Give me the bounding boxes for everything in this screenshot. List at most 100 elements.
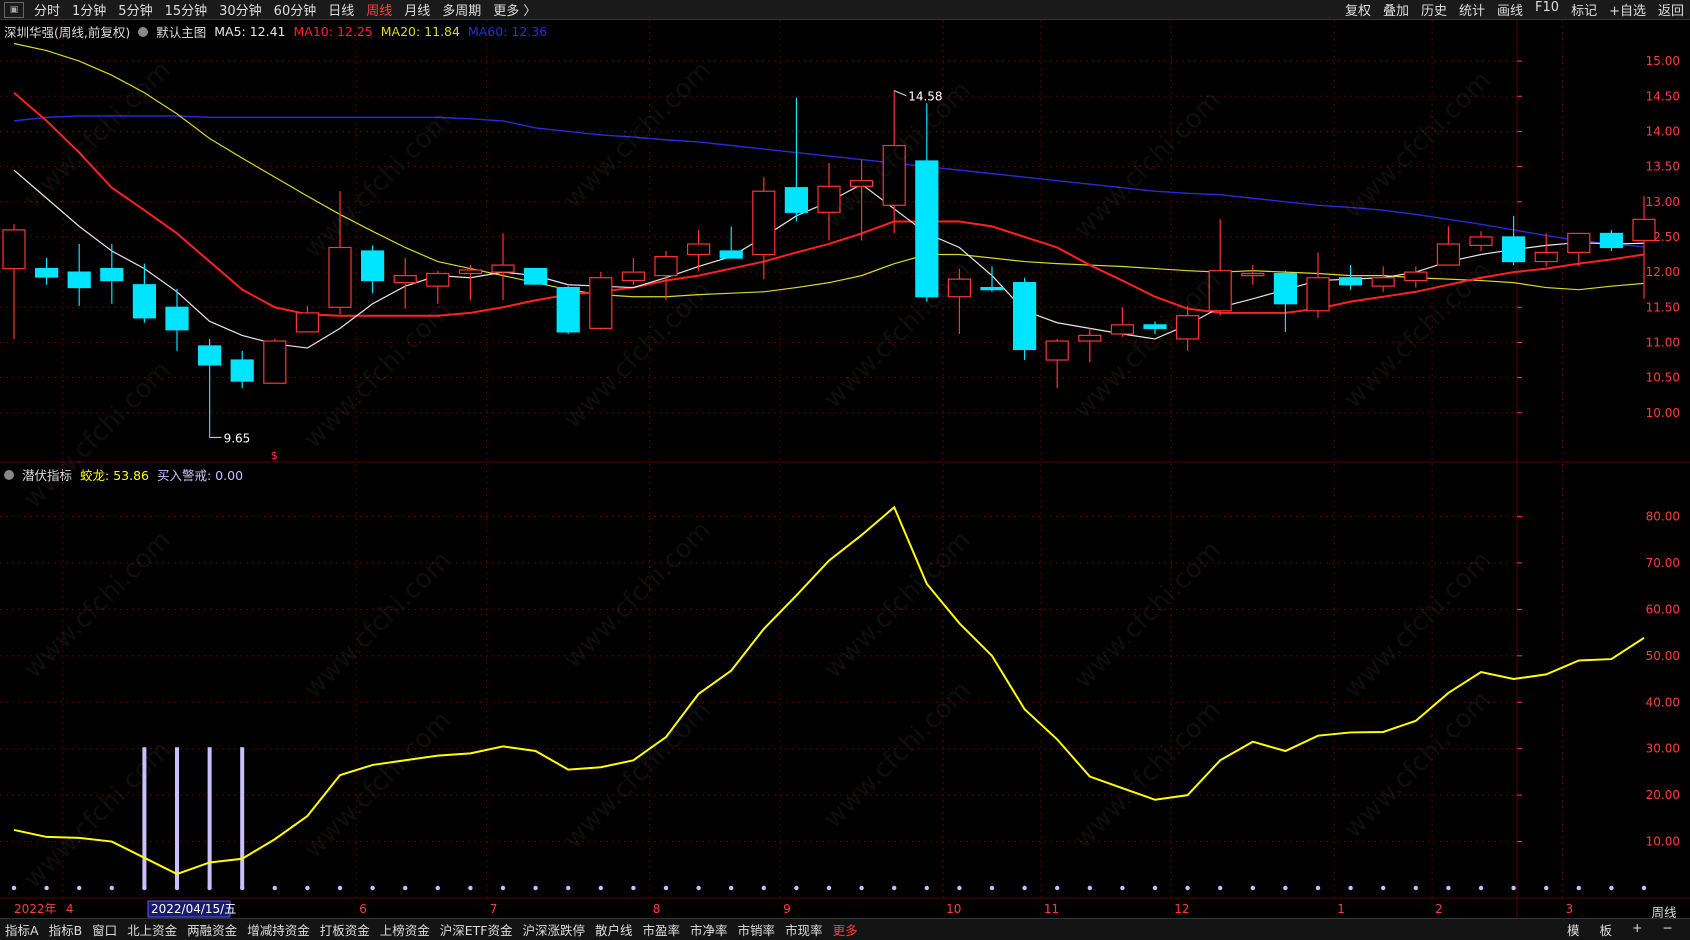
indicator-tab-3[interactable]: 北上资金 xyxy=(122,920,182,939)
candle xyxy=(556,286,580,334)
candle-body xyxy=(426,272,450,287)
price-tick-label: 10.50 xyxy=(1646,371,1680,385)
candle-body xyxy=(263,340,287,384)
candle xyxy=(1306,252,1330,318)
sub-tick-label: 70.00 xyxy=(1646,556,1680,570)
candle-body xyxy=(491,264,515,273)
baseline-dot xyxy=(859,885,864,891)
price-tick-label: 14.50 xyxy=(1646,89,1680,103)
month-label: 10 xyxy=(946,902,961,916)
candle xyxy=(67,243,91,306)
bottom-indicator-bar: 指标A 指标B 窗口 北上资金 两融资金 增减持资金 打板资金 上榜资金 沪深ETF资金 沪深涨跌… xyxy=(0,918,1690,940)
candle-body xyxy=(621,271,646,282)
indicator-tab-4[interactable]: 两融资金 xyxy=(182,920,242,939)
baseline-dot xyxy=(794,885,799,891)
indicator-tab-1[interactable]: 指标B xyxy=(44,920,88,939)
indicator-tab-2[interactable]: 窗口 xyxy=(87,920,122,939)
candle-body xyxy=(752,190,776,256)
candle xyxy=(426,270,450,304)
candle xyxy=(654,251,678,301)
price-tick-label: 11.50 xyxy=(1646,300,1680,314)
candle-body xyxy=(719,250,743,259)
indicator-tab-6[interactable]: 打板资金 xyxy=(315,920,375,939)
candle-body xyxy=(1501,236,1526,263)
price-tick-label: 12.00 xyxy=(1646,265,1680,279)
baseline-dot xyxy=(77,885,82,891)
candle-body xyxy=(1110,324,1135,335)
indicator-tab-7[interactable]: 上榜资金 xyxy=(375,920,435,939)
candle-body xyxy=(1143,324,1167,329)
month-label: 9 xyxy=(783,902,791,916)
baseline-dot xyxy=(696,885,701,891)
candle-body xyxy=(523,267,548,285)
bottom-control-1[interactable]: 板 xyxy=(1595,920,1618,939)
candle xyxy=(2,224,26,339)
baseline-dot xyxy=(207,885,212,891)
candle-body xyxy=(849,180,874,187)
sub-tick-label: 80.00 xyxy=(1646,510,1680,524)
high-pointer xyxy=(894,90,907,97)
price-tick-label: 14.00 xyxy=(1646,124,1680,138)
indicator-tab-0[interactable]: 指标A xyxy=(0,920,44,939)
baseline-dot xyxy=(1152,885,1158,891)
candle-body xyxy=(1241,272,1265,277)
baseline-dot xyxy=(468,885,473,891)
candle xyxy=(458,265,482,301)
indicator-tab-12[interactable]: 市净率 xyxy=(685,920,733,939)
candle-body xyxy=(980,286,1004,291)
candle xyxy=(34,258,59,285)
baseline-dot xyxy=(272,885,277,891)
kline-chart[interactable]: 15.0014.5014.0013.5013.0012.5012.0011.50… xyxy=(0,0,1690,918)
oscillator-line xyxy=(13,505,1645,876)
month-label: 11 xyxy=(1044,902,1059,916)
month-label: 12 xyxy=(1174,902,1189,916)
candle-body xyxy=(198,345,222,366)
price-tick-label: 10.00 xyxy=(1646,406,1680,420)
candle xyxy=(1273,270,1298,332)
baseline-dot xyxy=(1381,885,1386,891)
candle-body xyxy=(230,359,254,382)
candle-body xyxy=(67,271,91,289)
date-cursor-label: 2022/04/15/五 xyxy=(151,902,236,916)
bottom-control-2[interactable]: + xyxy=(1627,920,1647,939)
candle-body xyxy=(1045,340,1069,361)
indicator-tab-9[interactable]: 沪深涨跌停 xyxy=(517,920,590,939)
candle xyxy=(1567,232,1591,267)
baseline-dot xyxy=(1315,885,1321,891)
candle-body xyxy=(947,278,972,298)
candle xyxy=(719,226,743,259)
candle xyxy=(882,90,906,234)
indicator-tab-8[interactable]: 沪深ETF资金 xyxy=(435,920,518,939)
month-label: 3 xyxy=(1566,902,1574,916)
baseline-dot xyxy=(761,885,766,891)
candle-body xyxy=(882,144,906,206)
candle-body xyxy=(100,267,124,282)
baseline-dot xyxy=(826,885,832,891)
indicator-tab-14[interactable]: 市现率 xyxy=(780,920,828,939)
candle xyxy=(1534,233,1558,267)
sub-tick-label: 20.00 xyxy=(1646,788,1680,802)
candle-body xyxy=(132,284,156,319)
candle-body xyxy=(784,187,809,213)
candle-body xyxy=(1371,277,1395,287)
baseline-dot xyxy=(924,885,929,891)
candle-body xyxy=(1306,277,1330,312)
event-marker: $ xyxy=(271,449,278,462)
candle-body xyxy=(1436,243,1461,266)
indicator-tab-10[interactable]: 散户线 xyxy=(590,920,638,939)
candle-body xyxy=(1012,282,1037,351)
candle xyxy=(491,233,515,301)
candle xyxy=(1436,226,1461,266)
bottom-control-0[interactable]: 模 xyxy=(1562,920,1585,939)
bottom-control-3[interactable]: − xyxy=(1658,920,1678,939)
baseline-dot xyxy=(1348,885,1353,891)
indicator-tab-5[interactable]: 增减持资金 xyxy=(242,920,315,939)
indicator-tab-13[interactable]: 市销率 xyxy=(733,920,781,939)
year-label: 2022年 xyxy=(14,902,57,916)
baseline-dot xyxy=(1478,885,1484,891)
indicator-tab-11[interactable]: 市盈率 xyxy=(638,920,686,939)
indicator-tab-15[interactable]: 更多 xyxy=(828,920,863,939)
period-label: 周线 xyxy=(1651,905,1677,920)
baseline-dot xyxy=(892,885,897,891)
baseline-dot xyxy=(1609,885,1614,891)
